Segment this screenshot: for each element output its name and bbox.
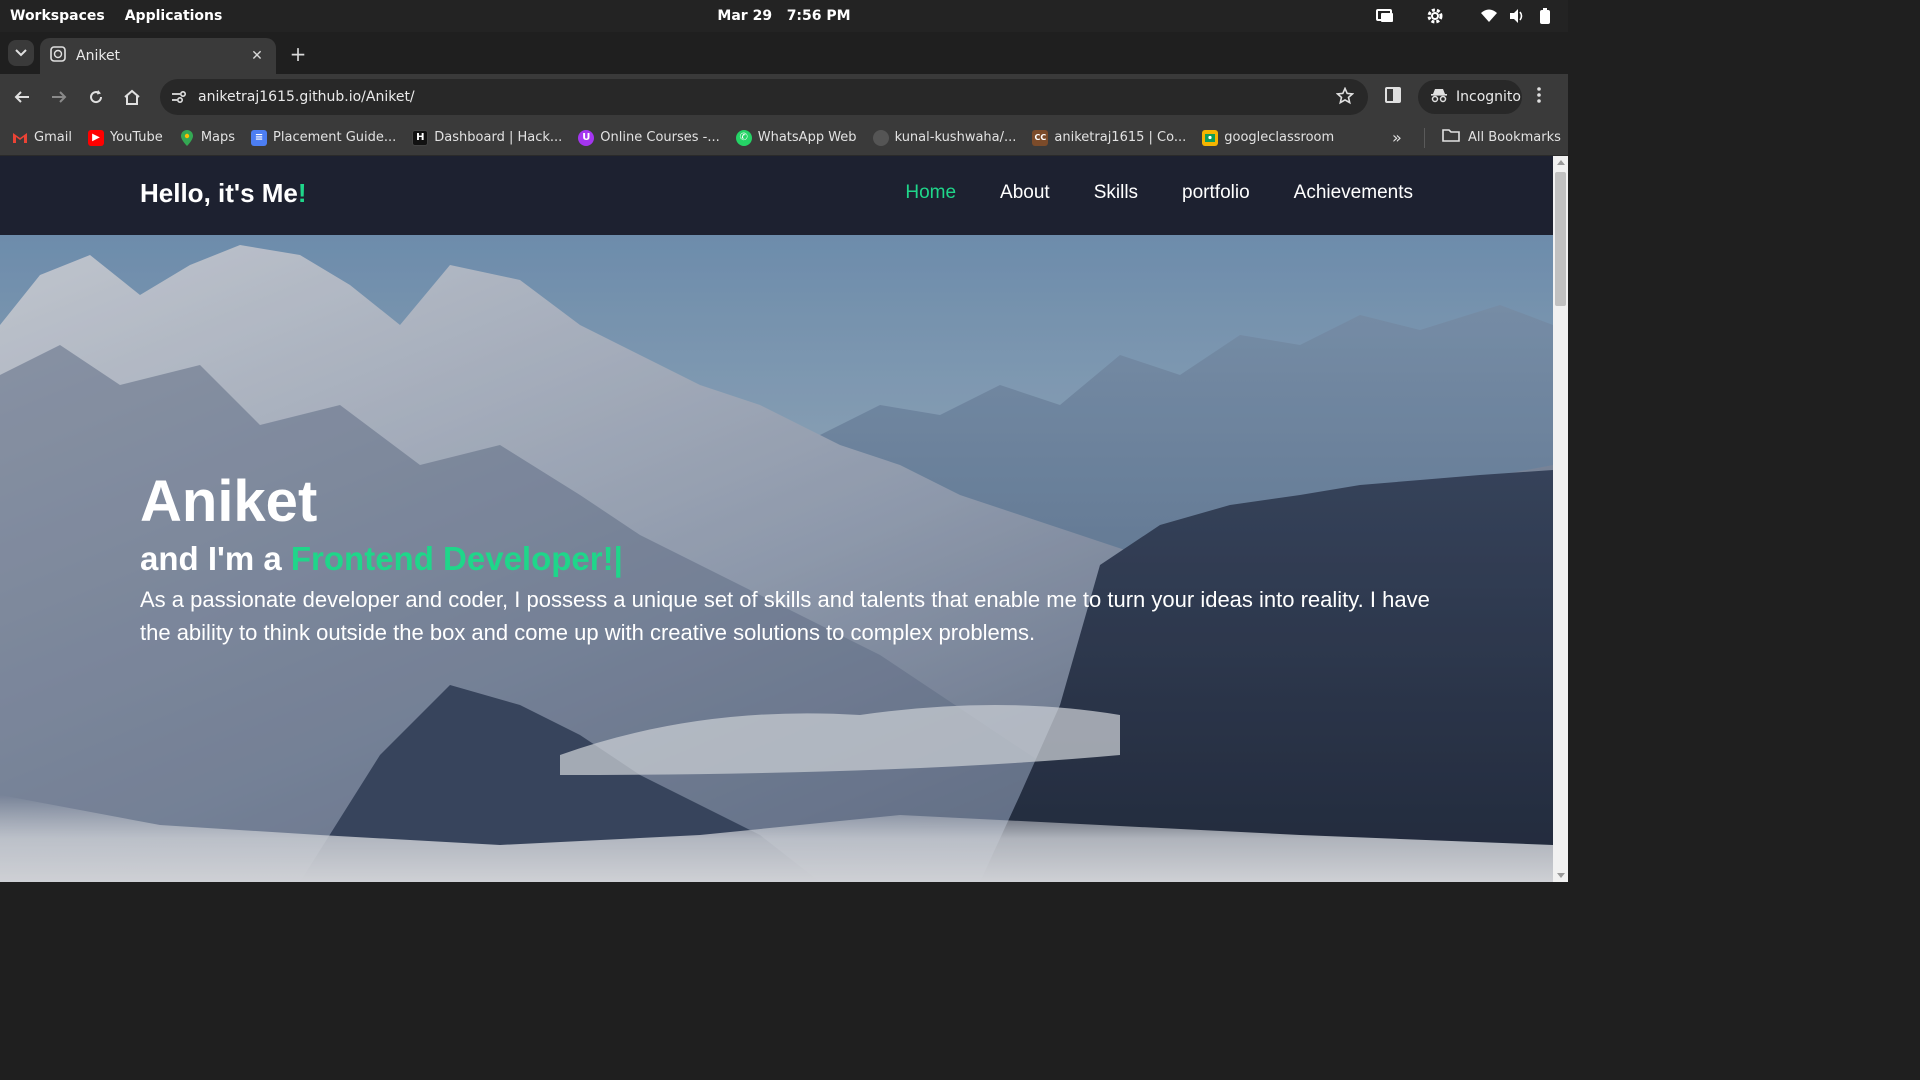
clock-time: 7:56 PM: [786, 8, 851, 24]
browser-tab-active[interactable]: Aniket ✕: [40, 38, 276, 74]
volume-icon[interactable]: [1508, 7, 1526, 25]
tab-title: Aniket: [76, 48, 121, 64]
bookmark-youtube[interactable]: ▶ YouTube: [87, 129, 163, 146]
forward-button[interactable]: [47, 85, 71, 109]
hero-text-block: Aniket and I'm a Frontend Developer!| As…: [140, 469, 1430, 649]
bookmark-github[interactable]: kunal-kushwaha/...: [872, 129, 1017, 146]
tab-favicon-icon: [50, 46, 66, 66]
all-bookmarks-label: All Bookmarks: [1468, 129, 1561, 145]
back-button[interactable]: [10, 85, 34, 109]
scroll-down-arrow-icon[interactable]: [1557, 873, 1565, 878]
tab-strip: Aniket ✕ +: [0, 32, 1568, 74]
github-icon: [872, 129, 889, 146]
chevron-down-icon: [15, 49, 27, 57]
hero-section: Aniket and I'm a Frontend Developer!| As…: [0, 235, 1553, 882]
logo-accent: !: [297, 178, 307, 208]
bookmark-label: Dashboard | Hack...: [434, 130, 563, 145]
maps-icon: [179, 129, 195, 146]
youtube-icon: ▶: [87, 129, 104, 146]
bookmark-codechef[interactable]: CC aniketraj1615 | Co...: [1032, 129, 1187, 146]
reload-icon: [90, 90, 103, 104]
bookmark-label: aniketraj1615 | Co...: [1054, 130, 1187, 145]
clock-date: Mar 29: [717, 8, 773, 24]
arrow-right-icon: [52, 91, 67, 103]
bookmark-label: Online Courses -...: [600, 130, 720, 145]
bookmark-label: kunal-kushwaha/...: [894, 130, 1017, 145]
nav-achievements[interactable]: Achievements: [1294, 182, 1413, 204]
screen-share-icon[interactable]: [1376, 7, 1394, 25]
workspaces-button[interactable]: Workspaces: [10, 8, 105, 24]
site-header: Hello, it's Me! Home About Skills portfo…: [0, 156, 1553, 235]
bookmark-label: googleclassroom: [1224, 130, 1335, 145]
docs-icon: ≡: [251, 129, 268, 146]
browser-toolbar: aniketraj1615.github.io/Aniket/ Incognit…: [0, 74, 1568, 120]
incognito-icon: [1430, 87, 1448, 107]
hero-role: and I'm a Frontend Developer!|: [140, 537, 1430, 581]
bookmarks-divider: [1424, 128, 1425, 148]
all-bookmarks-button[interactable]: All Bookmarks: [1442, 128, 1561, 146]
codechef-icon: CC: [1032, 129, 1049, 146]
more-menu-icon[interactable]: [1536, 86, 1542, 108]
page-scrollbar[interactable]: [1553, 156, 1568, 882]
hero-description: As a passionate developer and coder, I p…: [140, 587, 1430, 645]
nav-skills[interactable]: Skills: [1094, 182, 1138, 204]
home-icon: [124, 89, 140, 105]
bookmarks-overflow-icon[interactable]: »: [1392, 128, 1402, 147]
bookmark-googleclassroom[interactable]: googleclassroom: [1202, 129, 1335, 146]
incognito-label: Incognito: [1456, 89, 1521, 105]
bookmark-placement-guide[interactable]: ≡ Placement Guide...: [251, 129, 397, 146]
page-viewport: Hello, it's Me! Home About Skills portfo…: [0, 156, 1553, 882]
udemy-icon: U: [578, 129, 595, 146]
system-clock[interactable]: Mar 29 7:56 PM: [0, 8, 1568, 24]
bookmark-gmail[interactable]: Gmail: [12, 130, 72, 146]
arrow-left-icon: [14, 91, 29, 103]
new-tab-button[interactable]: +: [286, 42, 310, 66]
scrollbar-thumb[interactable]: [1555, 172, 1566, 306]
bookmark-star-icon[interactable]: [1335, 86, 1355, 109]
hero-name: Aniket: [140, 469, 318, 534]
address-bar[interactable]: aniketraj1615.github.io/Aniket/: [160, 79, 1368, 115]
bookmark-label: Placement Guide...: [273, 130, 397, 145]
gmail-icon: [12, 130, 28, 146]
folder-icon: [1442, 128, 1460, 146]
whatsapp-icon: ✆: [735, 129, 752, 146]
bookmark-label: Maps: [200, 130, 236, 145]
hero-role-prefix: and I'm a: [140, 540, 291, 577]
reload-button[interactable]: [84, 85, 108, 109]
scroll-up-arrow-icon[interactable]: [1557, 160, 1565, 165]
bookmark-label: WhatsApp Web: [757, 130, 857, 145]
logo-text: Hello, it's Me: [140, 178, 298, 208]
bookmark-hackerrank[interactable]: H Dashboard | Hack...: [412, 129, 563, 146]
typing-cursor: |: [613, 540, 623, 577]
tab-search-button[interactable]: [8, 40, 34, 66]
side-panel-icon[interactable]: [1384, 86, 1402, 108]
hero-role-highlight: Frontend Developer!: [290, 540, 614, 577]
applications-button[interactable]: Applications: [125, 8, 223, 24]
nav-home[interactable]: Home: [905, 182, 956, 204]
bookmark-label: Gmail: [34, 130, 72, 145]
incognito-badge[interactable]: Incognito: [1418, 80, 1522, 114]
nav-about[interactable]: About: [1000, 182, 1050, 204]
battery-icon[interactable]: [1536, 7, 1554, 25]
home-button[interactable]: [120, 85, 144, 109]
url-text[interactable]: aniketraj1615.github.io/Aniket/: [198, 89, 415, 105]
bookmark-label: YouTube: [109, 130, 163, 145]
system-top-bar: Workspaces Applications Mar 29 7:56 PM: [0, 0, 1568, 32]
bookmark-online-courses[interactable]: U Online Courses -...: [578, 129, 720, 146]
hackerrank-icon: H: [412, 129, 429, 146]
nav-portfolio[interactable]: portfolio: [1182, 182, 1250, 204]
tab-close-icon[interactable]: ✕: [248, 48, 266, 64]
bookmark-whatsapp[interactable]: ✆ WhatsApp Web: [735, 129, 857, 146]
site-logo[interactable]: Hello, it's Me!: [140, 178, 307, 209]
bookmarks-bar: Gmail ▶ YouTube Maps ≡ Placement Guide..…: [0, 120, 1568, 156]
wifi-icon[interactable]: [1480, 7, 1498, 25]
settings-gear-icon[interactable]: [1426, 7, 1444, 25]
classroom-icon: [1202, 129, 1219, 146]
site-nav-menu: Home About Skills portfolio Achievements: [905, 182, 1413, 204]
bookmark-maps[interactable]: Maps: [179, 129, 236, 146]
site-info-icon[interactable]: [168, 86, 190, 108]
